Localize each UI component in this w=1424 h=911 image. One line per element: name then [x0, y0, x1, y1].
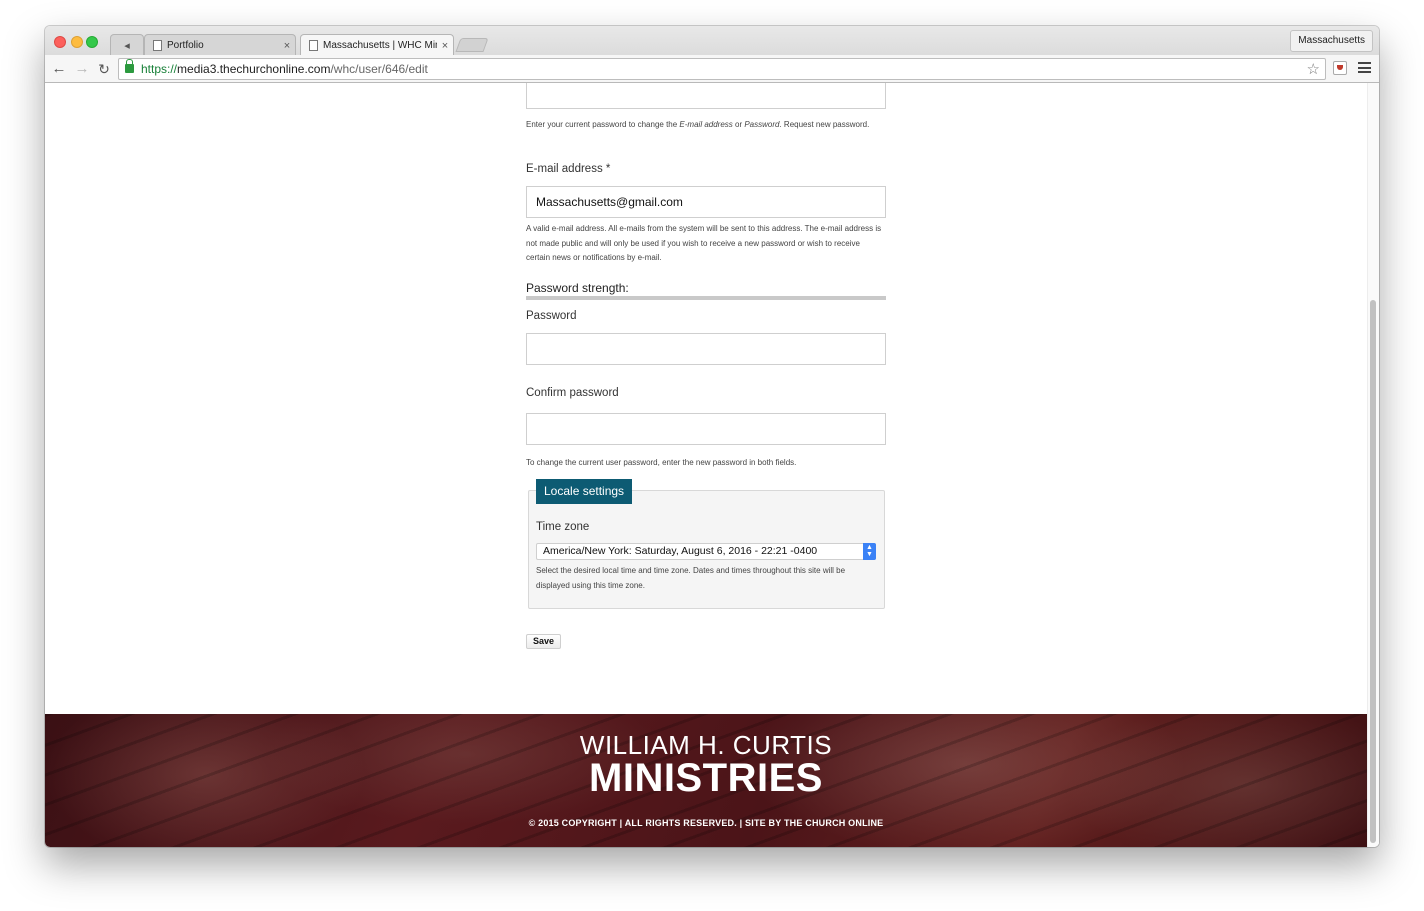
browser-menu-icon[interactable]	[1358, 62, 1371, 73]
help-emphasis: E-mail address	[679, 120, 733, 129]
lock-icon	[125, 59, 134, 73]
timezone-select[interactable]: America/New York: Saturday, August 6, 20…	[536, 543, 876, 560]
footer-logo-line2: MINISTRIES	[589, 756, 823, 800]
bookmark-star-icon[interactable]: ☆	[1307, 60, 1320, 78]
timezone-label: Time zone	[536, 521, 590, 533]
close-tab-icon[interactable]: ×	[437, 40, 453, 52]
address-bar[interactable]: https://media3.thechurchonline.com/whc/u…	[118, 58, 1326, 80]
help-text: . Request new password.	[779, 120, 870, 129]
speaker-muted-icon: ◂	[124, 40, 130, 52]
footer-copyright: © 2015 COPYRIGHT | ALL RIGHTS RESERVED. …	[528, 818, 884, 828]
url-text[interactable]: https://media3.thechurchonline.com/whc/u…	[141, 62, 428, 76]
back-arrow-icon[interactable]: ←	[49, 59, 69, 79]
password-input[interactable]	[526, 333, 886, 365]
forward-arrow-icon[interactable]: →	[72, 59, 92, 79]
help-text: or	[732, 120, 745, 129]
profile-button[interactable]: Massachusetts	[1290, 30, 1373, 52]
timezone-help: Select the desired local time and time z…	[536, 566, 846, 590]
email-field[interactable]	[526, 186, 886, 218]
save-button[interactable]: Save	[526, 634, 562, 649]
url-scheme: https://	[141, 62, 178, 76]
close-window-button[interactable]	[54, 36, 66, 48]
site-footer: WILLIAM H. CURTIS MINISTRIES © 2015 COPY…	[45, 714, 1367, 847]
current-password-help: Enter your current password to change th…	[526, 118, 886, 133]
url-path: /whc/user/646/edit	[330, 62, 428, 76]
pocket-extension-icon[interactable]	[1333, 61, 1347, 75]
password-strength-label: Password strength:	[526, 281, 629, 295]
current-password-input[interactable]	[526, 83, 886, 109]
close-tab-icon[interactable]: ×	[279, 40, 295, 52]
confirm-password-label: Confirm password	[526, 387, 619, 399]
password-help: To change the current user password, ent…	[526, 458, 797, 467]
tab-massachusetts[interactable]: Massachusetts | WHC Mini ×	[300, 34, 454, 56]
password-strength-bar	[526, 296, 886, 300]
scrollbar-thumb[interactable]	[1370, 300, 1376, 843]
password-label: Password	[526, 310, 577, 322]
confirm-password-input[interactable]	[526, 413, 886, 445]
zoom-window-button[interactable]	[86, 36, 98, 48]
tab-muted-audio[interactable]: ◂	[110, 34, 144, 56]
tab-portfolio[interactable]: Portfolio ×	[144, 34, 296, 56]
help-emphasis: Password	[744, 120, 780, 129]
browser-toolbar: ← → ↻ https://media3.thechurchonline.com…	[45, 55, 1379, 83]
timezone-selected-value: America/New York: Saturday, August 6, 20…	[543, 545, 818, 557]
minimize-window-button[interactable]	[71, 36, 83, 48]
select-arrows-icon: ▲ ▼	[863, 543, 876, 560]
page-scrollbar[interactable]	[1367, 83, 1379, 847]
page-icon	[309, 40, 318, 51]
email-help: A valid e-mail address. All e-mails from…	[526, 224, 882, 262]
url-host: media3.thechurchonline.com	[177, 62, 331, 76]
page-icon	[153, 40, 162, 51]
locale-settings-legend[interactable]: Locale settings	[536, 479, 633, 504]
new-tab-button[interactable]	[455, 38, 489, 52]
page-viewport: Enter your current password to change th…	[45, 83, 1379, 847]
help-text: Enter your current password to change th…	[526, 120, 680, 129]
tab-title: Portfolio	[167, 40, 204, 51]
email-label: E-mail address *	[526, 163, 611, 175]
tab-strip: ◂ Portfolio × Massachusetts | WHC Mini ×…	[45, 26, 1379, 56]
reload-icon[interactable]: ↻	[94, 59, 114, 79]
browser-window: ◂ Portfolio × Massachusetts | WHC Mini ×…	[45, 26, 1379, 847]
tab-title: Massachusetts | WHC Mini	[323, 40, 437, 51]
